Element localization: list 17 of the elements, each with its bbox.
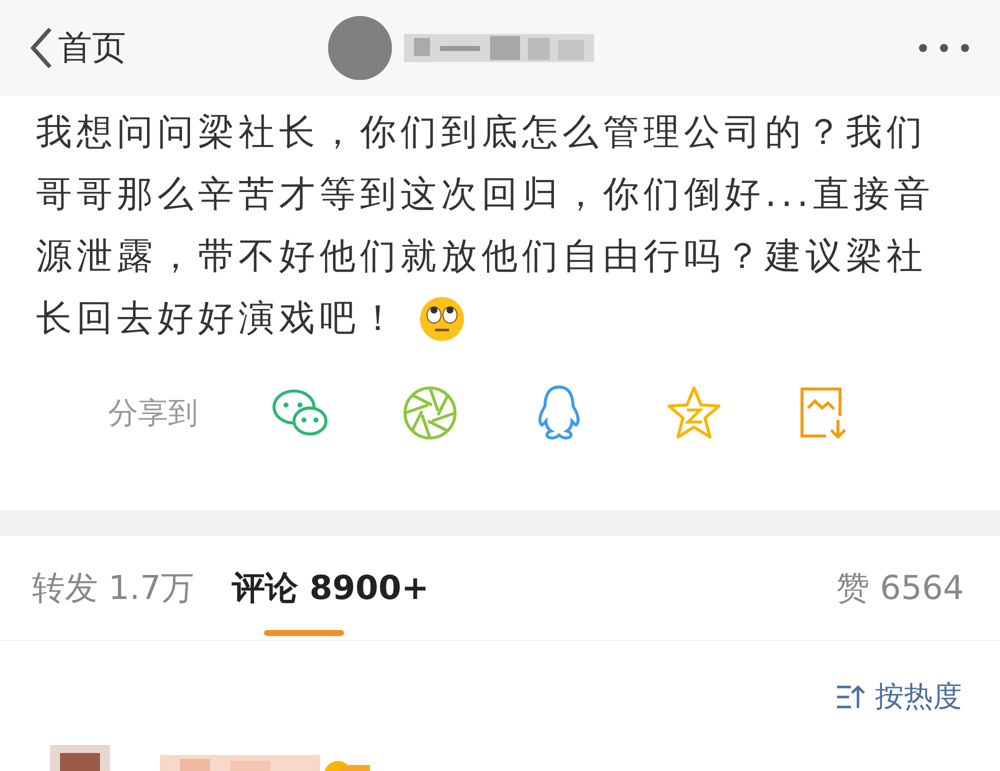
eye-roll-emoji-icon: [418, 296, 464, 342]
avatar-icon[interactable]: [328, 16, 392, 80]
more-icon[interactable]: [918, 43, 970, 53]
post-text-line: 哥哥那么辛苦才等到这次回归，你们倒好...直接音: [36, 173, 934, 217]
post-text-line: 长回去好好演戏吧！: [36, 297, 400, 341]
sort-icon[interactable]: [835, 684, 865, 710]
back-chevron-icon[interactable]: [28, 26, 54, 70]
sort-button[interactable]: 按热度: [875, 677, 962, 717]
aperture-icon[interactable]: [402, 385, 458, 441]
share-label: 分享到: [108, 394, 199, 432]
like-count[interactable]: 赞 6564: [836, 536, 964, 611]
star-icon[interactable]: [666, 385, 722, 441]
post-text-line: 我想问问梁社长，你们到底怎么管理公司的？我们: [36, 111, 927, 155]
back-link[interactable]: 首页: [58, 25, 126, 71]
comment-tab[interactable]: 评论 8900+: [232, 536, 429, 642]
post-text-line: 源泄露，带不好他们就放他们自由行吗？建议梁社: [36, 235, 927, 279]
comment-tab[interactable]: 转发 1.7万: [32, 536, 194, 642]
